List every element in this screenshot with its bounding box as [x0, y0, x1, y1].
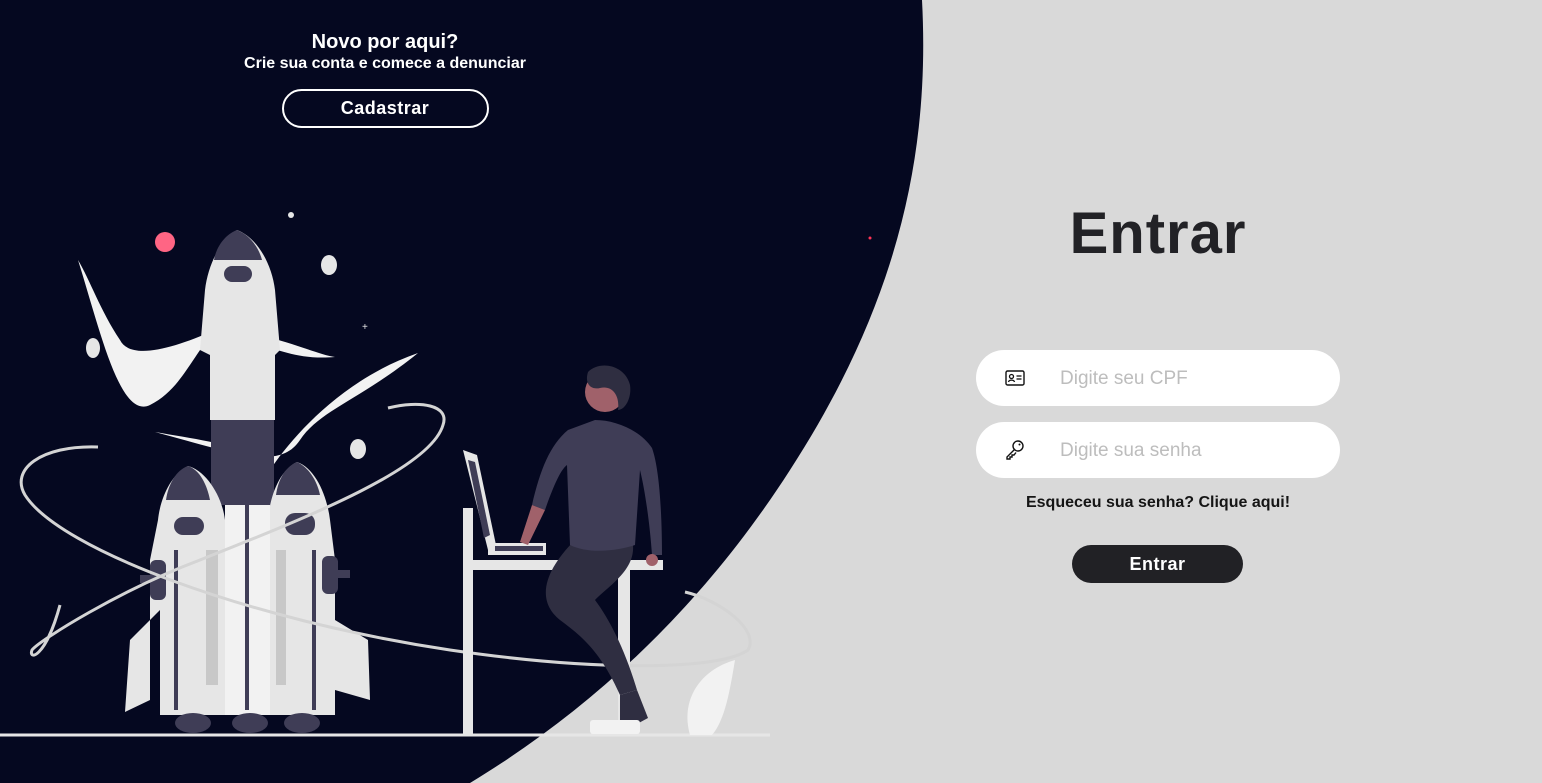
thruster-3 [284, 713, 320, 733]
signup-subtitle: Crie sua conta e comece a denunciar [244, 55, 526, 72]
thruster-2 [232, 713, 268, 733]
signup-title: Novo por aqui? [311, 31, 459, 53]
person-torso [532, 420, 662, 555]
plant [687, 660, 735, 735]
login-button[interactable]: Entrar [1072, 545, 1243, 583]
password-field[interactable] [976, 422, 1340, 478]
login-title: Entrar [1069, 201, 1247, 266]
moon-1 [321, 255, 337, 275]
key-icon [1006, 440, 1024, 460]
signup-panel: Novo por aqui? Crie sua conta e comece a… [230, 30, 540, 128]
signup-button[interactable]: Cadastrar [281, 89, 489, 128]
forgot-password-link[interactable]: Esqueceu sua senha? Clique aqui! [976, 494, 1340, 512]
id-card-icon [1005, 370, 1025, 386]
sparkle: + [362, 322, 368, 333]
orbit-1 [19, 445, 752, 668]
thruster-1 [175, 713, 211, 733]
ribbon-left [78, 260, 215, 407]
red-dot [868, 236, 872, 240]
small-star [288, 212, 294, 218]
cpf-field[interactable] [976, 350, 1340, 406]
moon-3 [350, 439, 366, 459]
moon-2 [86, 338, 100, 358]
ribbon-mid [155, 353, 418, 470]
cpf-input[interactable] [1058, 358, 1322, 400]
desk-leg [463, 508, 473, 735]
password-input[interactable] [1058, 430, 1322, 472]
pink-planet [155, 232, 175, 252]
